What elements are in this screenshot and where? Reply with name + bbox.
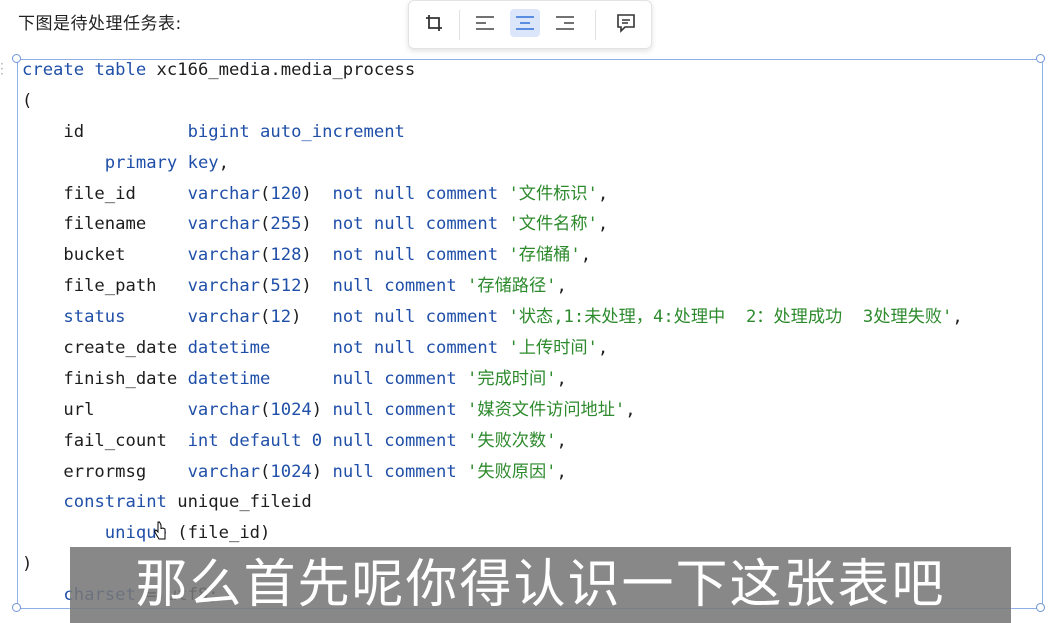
code-line: primary key,	[104, 152, 229, 173]
code-line: create table xc166_media.media_process	[22, 60, 416, 80]
intro-text: 下图是待处理任务表:	[18, 14, 182, 34]
code-line: fail_count int default 0 null comment '失…	[22, 430, 567, 451]
resize-handle-top-left[interactable]	[12, 54, 21, 63]
image-toolbar	[408, 0, 652, 49]
code-line: (	[22, 90, 33, 111]
crop-icon	[426, 15, 442, 31]
align-right-icon	[556, 16, 574, 30]
align-right-button[interactable]	[550, 9, 580, 37]
comment-icon	[617, 14, 635, 33]
resize-handle-top-right[interactable]	[1036, 54, 1045, 63]
code-line: errormsg varchar(1024) null comment '失败原…	[22, 461, 567, 482]
drag-handle-icon[interactable]: · · ·	[0, 58, 6, 80]
code-line: url varchar(1024) null comment '媒资文件访问地址…	[22, 399, 636, 420]
code-line: bucket varchar(128) not null comment '存储…	[22, 245, 592, 266]
resize-handle-bottom-right[interactable]	[1036, 603, 1045, 612]
code-line: create_date datetime not null comment '上…	[22, 338, 609, 359]
align-left-button[interactable]	[470, 9, 500, 37]
align-center-button[interactable]	[510, 9, 540, 37]
code-line: filename varchar(255) not null comment '…	[22, 214, 609, 235]
crop-button[interactable]	[419, 9, 449, 37]
code-line: status varchar(12) not null comment '状态,…	[63, 307, 963, 328]
comment-button[interactable]	[611, 9, 641, 37]
align-left-icon	[476, 16, 494, 30]
code-line: id bigint auto_increment	[22, 121, 405, 142]
video-subtitle: 那么首先呢你得认识一下这张表吧	[70, 547, 1011, 623]
code-line: file_path varchar(512) null comment '存储路…	[22, 276, 567, 297]
hand-cursor-icon	[153, 521, 166, 540]
code-line: file_id varchar(120) not null comment '文…	[22, 183, 609, 204]
code-line: finish_date datetime null comment '完成时间'…	[22, 368, 567, 389]
resize-handle-bottom-left[interactable]	[12, 603, 21, 612]
align-center-icon	[516, 16, 534, 30]
code-line: constraint unique_fileid	[63, 492, 312, 513]
